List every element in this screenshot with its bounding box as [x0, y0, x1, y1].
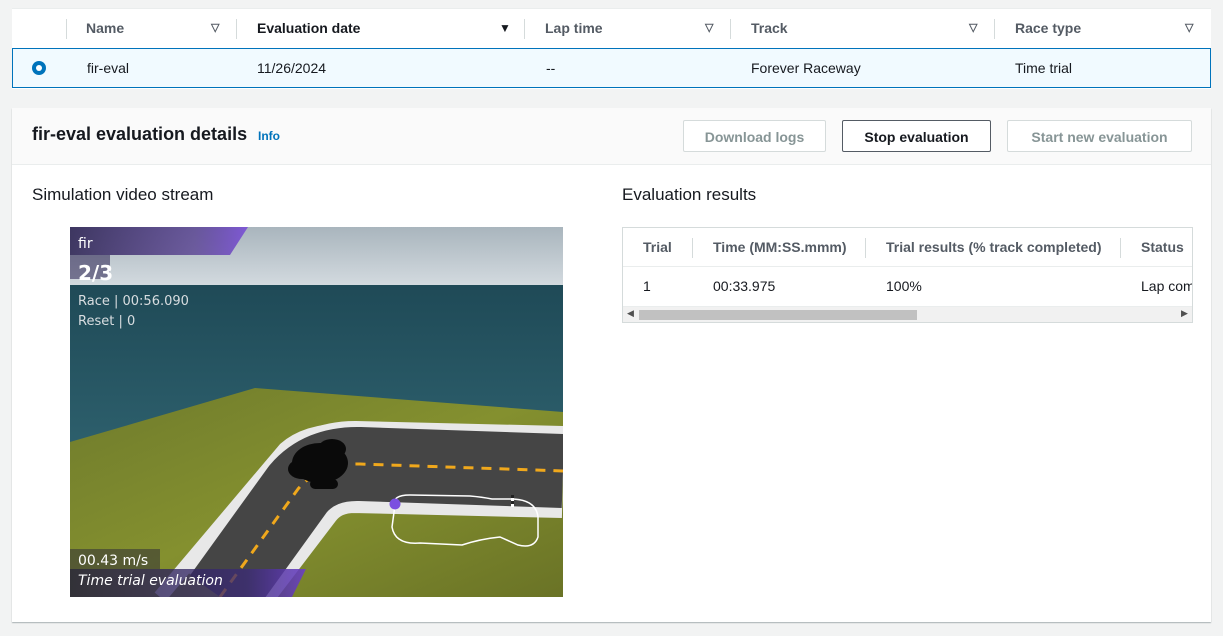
cell-race-type: Time trial: [1015, 60, 1073, 76]
table-row-selected[interactable]: fir-eval 11/26/2024 -- Forever Raceway T…: [12, 48, 1211, 88]
overlay-model-name: fir: [78, 236, 93, 252]
column-divider: [692, 238, 693, 258]
cell-lap-time: --: [546, 60, 556, 76]
column-divider: [524, 19, 525, 39]
results-section-title: Evaluation results: [622, 185, 757, 204]
results-column-trial-results: Trial results (% track completed): [886, 239, 1102, 255]
overlay-race-time: Race | 00:56.090: [78, 294, 189, 309]
evaluation-results-table: Trial Time (MM:SS.mmm) Trial results (% …: [622, 227, 1193, 323]
radio-button-selected[interactable]: [32, 61, 46, 75]
video-frame: [70, 227, 563, 597]
stop-evaluation-button[interactable]: Stop evaluation: [842, 120, 991, 152]
column-divider: [994, 19, 995, 39]
cell-time: 00:33.975: [713, 278, 776, 294]
scroll-left-arrow-icon[interactable]: ◀: [627, 308, 634, 319]
start-new-evaluation-button[interactable]: Start new evaluation: [1007, 120, 1192, 152]
overlay-lap-counter: 2/3: [78, 261, 114, 285]
cell-status: Lap complete: [1141, 278, 1192, 294]
overlay-mode: Time trial evaluation: [78, 573, 223, 589]
column-header-lap-time[interactable]: Lap time ▽: [545, 9, 725, 48]
cell-name: fir-eval: [87, 60, 130, 76]
horizontal-scrollbar[interactable]: ◀ ▶: [623, 306, 1192, 322]
panel-header: fir-eval evaluation details Info Downloa…: [12, 108, 1211, 165]
column-divider: [865, 238, 866, 258]
column-header-race-type[interactable]: Race type ▽: [1015, 9, 1205, 48]
cell-trial-result: 100%: [886, 278, 922, 294]
evaluation-details-panel: fir-eval evaluation details Info Downloa…: [12, 108, 1211, 622]
overlay-reset-count: Reset | 0: [78, 314, 136, 329]
column-divider: [236, 19, 237, 39]
panel-title: fir-eval evaluation details: [32, 124, 248, 144]
cell-evaluation-date: 11/26/2024: [257, 60, 327, 76]
results-column-time: Time (MM:SS.mmm): [713, 239, 847, 255]
column-header-track[interactable]: Track ▽: [751, 9, 991, 48]
table-header-row: Name ▽ Evaluation date ▼ Lap time ▽ Trac…: [12, 9, 1211, 48]
models-table: Name ▽ Evaluation date ▼ Lap time ▽ Trac…: [12, 8, 1211, 89]
header-banner: [70, 227, 248, 255]
cell-trial: 1: [643, 278, 651, 294]
results-column-trial: Trial: [643, 239, 672, 255]
scrollbar-thumb[interactable]: [639, 310, 917, 320]
info-link[interactable]: Info: [258, 129, 280, 143]
sort-triangle-icon[interactable]: ▽: [1185, 9, 1193, 48]
sort-triangle-icon[interactable]: ▽: [969, 9, 977, 48]
sort-triangle-filled-icon[interactable]: ▼: [499, 9, 511, 48]
overlay-speed: 00.43 m/s: [78, 553, 149, 569]
download-logs-button[interactable]: Download logs: [683, 120, 826, 152]
column-header-evaluation-date[interactable]: Evaluation date ▼: [257, 9, 512, 48]
simulation-video-stream[interactable]: fir 2/3 Race | 00:56.090 Reset | 0 00.43…: [70, 227, 563, 597]
column-divider: [1120, 238, 1121, 258]
cell-track: Forever Raceway: [751, 60, 861, 76]
column-divider: [730, 19, 731, 39]
scroll-right-arrow-icon[interactable]: ▶: [1181, 308, 1188, 319]
sort-triangle-icon[interactable]: ▽: [705, 9, 713, 48]
column-header-name[interactable]: Name ▽: [86, 9, 226, 48]
results-column-status: Status: [1141, 239, 1184, 255]
sort-triangle-icon[interactable]: ▽: [211, 9, 219, 48]
video-section-title: Simulation video stream: [32, 185, 214, 204]
results-header-row: Trial Time (MM:SS.mmm) Trial results (% …: [623, 228, 1192, 267]
column-divider: [66, 19, 67, 39]
